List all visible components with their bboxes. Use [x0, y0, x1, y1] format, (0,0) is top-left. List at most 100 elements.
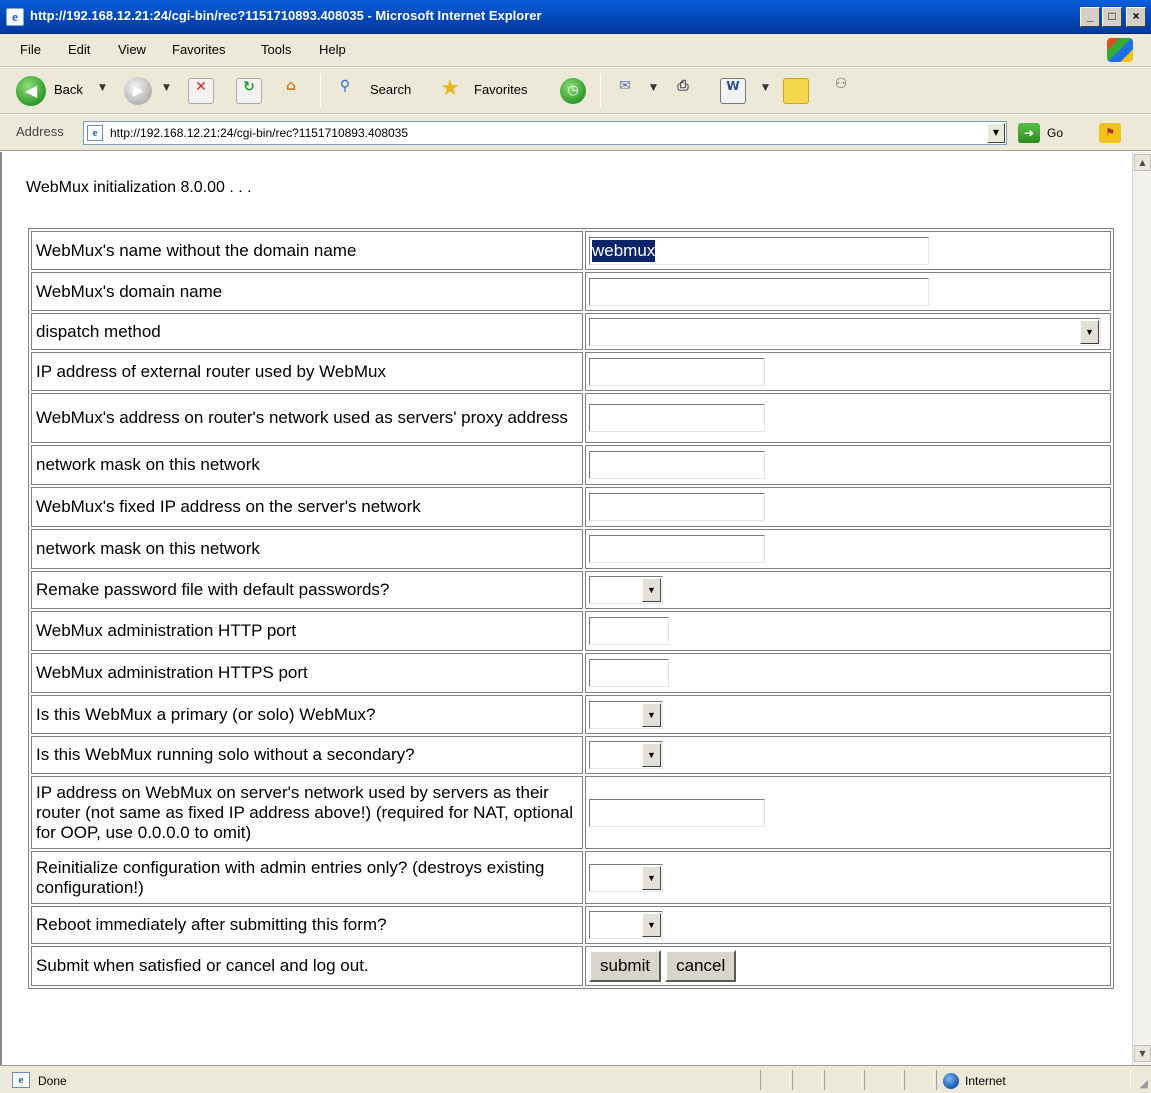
links-icon[interactable]: ⚑	[1099, 123, 1121, 143]
chevron-down-icon[interactable]: ▼	[642, 913, 661, 937]
webmux-administration-http-port-input[interactable]	[589, 617, 669, 645]
stop-icon[interactable]: ✕	[188, 78, 214, 104]
chevron-down-icon[interactable]: ▼	[642, 743, 661, 767]
mail-dropdown-icon[interactable]: ▼	[650, 83, 657, 93]
webmux-administration-https-port-input[interactable]	[589, 659, 669, 687]
form-row: network mask on this network	[31, 445, 1111, 485]
toolbar-separator	[600, 74, 601, 108]
print-icon[interactable]: ⎙	[670, 78, 696, 104]
field-control-cell	[585, 393, 1111, 443]
dispatch-method-select[interactable]: ▼	[589, 317, 1101, 346]
address-url[interactable]: http://192.168.12.21:24/cgi-bin/rec?1151…	[110, 126, 408, 140]
status-cell	[760, 1070, 790, 1090]
history-icon[interactable]: ◷	[560, 78, 586, 104]
search-icon[interactable]: ⚲	[332, 78, 358, 104]
vertical-scrollbar[interactable]: ▲ ▼	[1132, 152, 1151, 1065]
menu-favorites[interactable]: Favorites	[172, 42, 225, 57]
ip-address-of-external-router-used-by-we-input[interactable]	[589, 357, 765, 386]
ip-address-on-webmux-on-server-s-network-input[interactable]	[589, 798, 765, 827]
field-label: IP address of external router used by We…	[31, 352, 583, 391]
form-row: WebMux administration HTTP port	[31, 611, 1111, 651]
chevron-down-icon[interactable]: ▼	[1080, 319, 1099, 344]
forward-arrow-icon[interactable]: ▶	[124, 77, 152, 105]
back-button[interactable]: Back	[54, 82, 83, 97]
network-mask-on-this-network-input[interactable]	[589, 535, 765, 563]
form-row: Reboot immediately after submitting this…	[31, 906, 1111, 944]
address-dropdown-icon[interactable]: ▼	[987, 123, 1005, 143]
is-this-webmux-a-primary-or-solo-webmux-select[interactable]: ▼	[589, 700, 663, 729]
webmux-s-fixed-ip-address-on-the-server--input[interactable]	[589, 493, 765, 521]
favorites-star-icon[interactable]: ★	[437, 76, 463, 102]
reinitialize-configuration-with-admin-en-select[interactable]: ▼	[589, 863, 663, 892]
form-row: WebMux's name without the domain name web…	[31, 231, 1111, 270]
minimize-button[interactable]: _	[1080, 7, 1100, 27]
chevron-down-icon[interactable]: ▼	[642, 865, 661, 890]
window-title: http://192.168.12.21:24/cgi-bin/rec?1151…	[30, 8, 542, 23]
field-label: Remake password file with default passwo…	[31, 571, 583, 609]
page-viewport: WebMux initialization 8.0.00 . . . WebMu…	[0, 152, 1132, 1065]
menu-help[interactable]: Help	[319, 42, 346, 57]
status-zone: Internet	[965, 1074, 1006, 1088]
go-arrow-icon[interactable]: ➔	[1018, 123, 1040, 143]
network-mask-on-this-network-input[interactable]	[589, 451, 765, 479]
webmux-s-address-on-router-s-network-use-input[interactable]	[589, 404, 765, 432]
field-label: WebMux's domain name	[31, 272, 583, 311]
field-control-cell: ▼	[585, 571, 1111, 609]
menu-tools[interactable]: Tools	[261, 42, 291, 57]
refresh-icon[interactable]: ↻	[236, 78, 262, 104]
discuss-icon[interactable]	[783, 78, 809, 104]
field-label: Is this WebMux running solo without a se…	[31, 736, 583, 774]
internet-globe-icon	[943, 1073, 959, 1089]
resize-grip-icon[interactable]: ◢	[1140, 1077, 1148, 1090]
submit-button[interactable]: submit	[589, 950, 662, 982]
field-control-cell: ▼	[585, 313, 1111, 350]
mail-icon[interactable]: ✉	[612, 78, 638, 104]
form-row: Remake password file with default passwo…	[31, 571, 1111, 609]
status-cell	[824, 1070, 862, 1090]
status-text: Done	[38, 1074, 67, 1088]
field-label: network mask on this network	[31, 445, 583, 485]
menu-bar: File Edit View Favorites Tools Help	[0, 34, 1151, 67]
title-bar: e http://192.168.12.21:24/cgi-bin/rec?11…	[0, 0, 1151, 34]
status-cell	[864, 1070, 902, 1090]
config-form: WebMux's name without the domain name web…	[28, 228, 1114, 989]
status-bar: e Done Internet ◢	[0, 1065, 1151, 1093]
edit-icon[interactable]: W	[720, 78, 746, 104]
form-row: WebMux's domain name	[31, 272, 1111, 311]
menu-view[interactable]: View	[118, 42, 146, 57]
page-icon: e	[87, 125, 103, 141]
cancel-button[interactable]: cancel	[665, 950, 737, 982]
address-input[interactable]: e http://192.168.12.21:24/cgi-bin/rec?11…	[83, 121, 1007, 145]
field-label: IP address on WebMux on server's network…	[31, 776, 583, 849]
address-bar: Address e http://192.168.12.21:24/cgi-bi…	[0, 115, 1151, 151]
webmux-s-domain-name-input[interactable]	[589, 277, 929, 306]
home-icon[interactable]: ⌂	[278, 78, 304, 104]
field-control-cell	[585, 611, 1111, 651]
search-button[interactable]: Search	[370, 82, 411, 97]
form-row: IP address of external router used by We…	[31, 352, 1111, 391]
scroll-up-icon[interactable]: ▲	[1134, 154, 1151, 171]
favorites-button[interactable]: Favorites	[474, 82, 527, 97]
chevron-down-icon[interactable]: ▼	[642, 702, 661, 727]
field-control-cell	[585, 352, 1111, 391]
scroll-down-icon[interactable]: ▼	[1134, 1045, 1151, 1062]
messenger-icon[interactable]: ⚇	[828, 76, 854, 102]
webmux-s-name-without-the-domain-name-input[interactable]: webmux	[589, 236, 929, 265]
back-dropdown-icon[interactable]: ▼	[99, 83, 106, 93]
back-arrow-icon[interactable]: ◀	[16, 76, 46, 106]
close-button[interactable]: ×	[1126, 7, 1146, 27]
forward-dropdown-icon[interactable]: ▼	[163, 83, 170, 93]
field-control-cell	[585, 445, 1111, 485]
menu-file[interactable]: File	[20, 42, 41, 57]
reboot-immediately-after-submitting-this-select[interactable]: ▼	[589, 911, 663, 939]
field-label: WebMux administration HTTPS port	[31, 653, 583, 693]
chevron-down-icon[interactable]: ▼	[642, 578, 661, 602]
ie-logo-icon: e	[6, 8, 24, 26]
field-control-cell	[585, 272, 1111, 311]
menu-edit[interactable]: Edit	[68, 42, 90, 57]
edit-dropdown-icon[interactable]: ▼	[762, 83, 769, 93]
maximize-button[interactable]: □	[1102, 7, 1122, 27]
is-this-webmux-running-solo-without-a-se-select[interactable]: ▼	[589, 741, 663, 769]
remake-password-file-with-default-passwo-select[interactable]: ▼	[589, 576, 663, 604]
go-button[interactable]: Go	[1047, 126, 1063, 140]
